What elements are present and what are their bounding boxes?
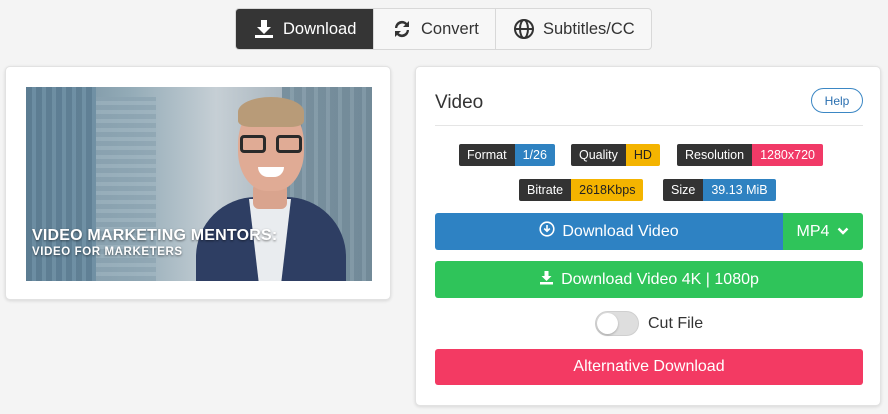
cut-file-toggle[interactable] (595, 311, 639, 336)
toggle-knob (597, 313, 618, 334)
format-select[interactable]: MP4 (783, 213, 863, 250)
size-badge-value: 39.13 MiB (703, 179, 776, 201)
format-badge-value: 1/26 (514, 144, 555, 166)
divider (435, 125, 863, 126)
help-button[interactable]: Help (811, 88, 863, 113)
size-badge-key: Size (663, 179, 704, 201)
download-options-card: Video Help Format 1/26 Quality HD Resolu… (415, 66, 881, 406)
tab-convert[interactable]: Convert (374, 9, 496, 49)
format-badge: Format 1/26 (459, 144, 555, 166)
thumbnail-glasses-left (240, 135, 266, 153)
convert-icon (391, 18, 413, 40)
tab-subtitles[interactable]: Subtitles/CC (496, 9, 651, 49)
bitrate-badge-value: 2618Kbps (571, 179, 644, 201)
alternative-download-button[interactable]: Alternative Download (435, 349, 863, 385)
download-icon (539, 270, 554, 290)
cut-file-row: Cut File (595, 311, 703, 336)
quality-badge-value: HD (625, 144, 660, 166)
tab-subtitles-label: Subtitles/CC (543, 19, 635, 38)
download-video-button[interactable]: Download Video (435, 213, 783, 250)
panel-title: Video (435, 92, 484, 113)
thumbnail-glasses-right (276, 135, 302, 153)
cut-file-label: Cut File (648, 314, 704, 332)
globe-icon (513, 18, 535, 40)
video-thumbnail[interactable]: VIDEO MARKETING MENTORS: VIDEO FOR MARKE… (26, 87, 372, 281)
bitrate-badge-key: Bitrate (519, 179, 572, 201)
download-circle-icon (539, 221, 555, 242)
thumbnail-caption-subtitle: VIDEO FOR MARKETERS (32, 246, 183, 258)
size-badge: Size 39.13 MiB (663, 179, 776, 201)
quality-badge: Quality HD (571, 144, 660, 166)
bitrate-badge: Bitrate 2618Kbps (519, 179, 644, 201)
video-preview-card: VIDEO MARKETING MENTORS: VIDEO FOR MARKE… (5, 66, 391, 300)
thumbnail-caption-title: VIDEO MARKETING MENTORS: (32, 227, 278, 244)
tab-convert-label: Convert (421, 19, 479, 38)
download-4k-label: Download Video 4K | 1080p (561, 270, 759, 288)
format-badge-key: Format (459, 144, 515, 166)
quality-badge-key: Quality (571, 144, 626, 166)
tab-download-label: Download (283, 19, 357, 38)
resolution-badge-key: Resolution (677, 144, 753, 166)
resolution-badge: Resolution 1280x720 (677, 144, 823, 166)
mode-tabs: Download Convert Subtitles/CC (235, 8, 652, 50)
download-4k-button[interactable]: Download Video 4K | 1080p (435, 261, 863, 298)
resolution-badge-value: 1280x720 (752, 144, 823, 166)
download-video-label: Download Video (562, 222, 679, 240)
chevron-down-icon (837, 223, 849, 241)
alternative-download-label: Alternative Download (573, 358, 725, 375)
tab-download[interactable]: Download (236, 9, 374, 49)
format-select-value: MP4 (796, 222, 830, 240)
download-icon (253, 18, 275, 40)
download-video-row: Download Video MP4 (435, 213, 863, 250)
thumbnail-person-hair (238, 97, 304, 127)
